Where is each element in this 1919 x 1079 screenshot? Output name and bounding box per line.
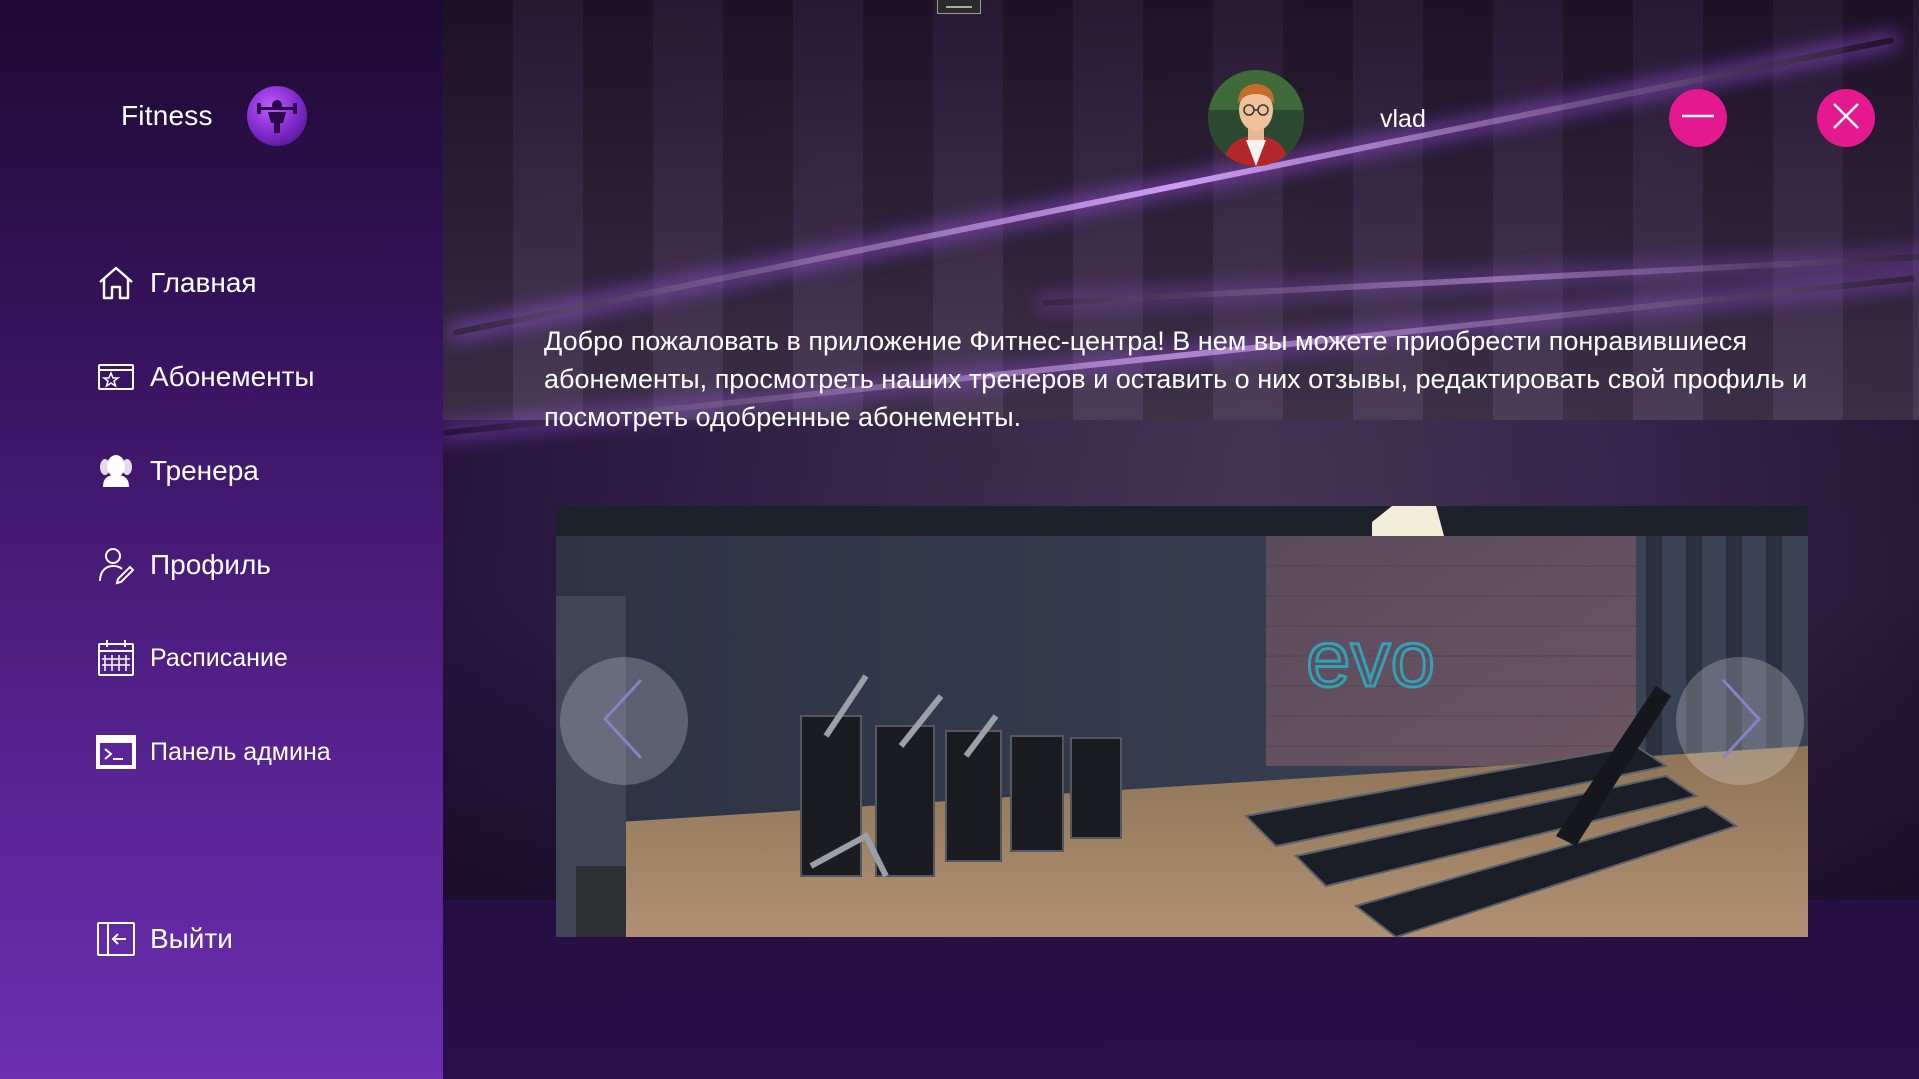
minimize-button[interactable] <box>1669 89 1727 147</box>
home-icon <box>96 263 136 303</box>
fitness-logo-icon <box>246 86 307 146</box>
sidebar-item-schedule[interactable]: Расписание <box>96 635 426 681</box>
carousel-next-button[interactable] <box>1676 657 1804 785</box>
sidebar-item-label: Выйти <box>150 923 233 954</box>
calendar-icon <box>96 638 136 678</box>
avatar[interactable] <box>1208 70 1304 166</box>
close-icon <box>1830 100 1862 137</box>
username: vlad <box>1380 105 1426 133</box>
membership-card-icon <box>96 357 136 397</box>
sidebar-item-label: Профиль <box>150 549 271 580</box>
window-drag-handle[interactable] <box>937 0 981 14</box>
sidebar-item-admin-panel[interactable]: Панель админа <box>96 729 426 775</box>
close-button[interactable] <box>1817 89 1875 147</box>
carousel-image: evo <box>556 506 1808 937</box>
chevron-right-icon <box>1715 676 1765 767</box>
profile-icon <box>96 545 136 585</box>
app-title: Fitness <box>121 100 213 131</box>
sidebar-item-label: Главная <box>150 267 257 298</box>
evo-sign: evo <box>1306 614 1435 703</box>
sidebar-item-label: Панель админа <box>150 737 331 766</box>
sidebar-item-label: Тренера <box>150 455 259 486</box>
brand: Fitness <box>121 86 307 146</box>
carousel-prev-button[interactable] <box>560 657 688 785</box>
sidebar-item-memberships[interactable]: Абонементы <box>96 354 426 400</box>
sidebar-item-label: Абонементы <box>150 361 315 392</box>
sidebar-item-profile[interactable]: Профиль <box>96 542 426 588</box>
trainers-icon <box>96 451 136 491</box>
sidebar-item-home[interactable]: Главная <box>96 260 426 306</box>
welcome-text: Добро пожаловать в приложение Фитнес-цен… <box>544 326 1808 432</box>
sidebar-item-logout[interactable]: Выйти <box>96 916 426 962</box>
minimize-icon <box>1678 96 1718 141</box>
admin-console-icon <box>96 732 136 772</box>
sidebar: Fitness Главная Абонементы Тренера Профи… <box>0 0 443 1079</box>
image-carousel[interactable]: evo <box>556 506 1808 937</box>
sidebar-item-trainers[interactable]: Тренера <box>96 448 426 494</box>
chevron-left-icon <box>599 676 649 767</box>
sidebar-item-label: Расписание <box>150 643 288 672</box>
logout-icon <box>96 919 136 959</box>
